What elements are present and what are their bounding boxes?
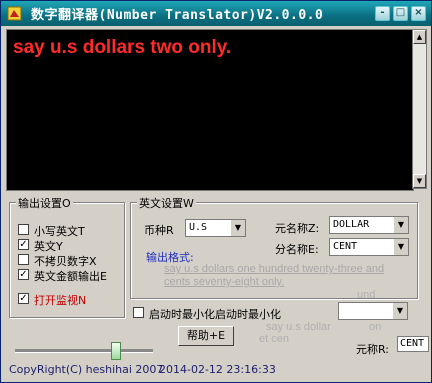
scroll-down-icon[interactable]: ▼ — [413, 174, 426, 188]
ghost-cent-value: CENT — [400, 338, 425, 349]
output-scrollbar[interactable]: ▲ ▼ — [412, 29, 427, 189]
ghost-select[interactable]: ▼ — [338, 302, 408, 320]
sub-unit-name-label: 分名称E: — [275, 243, 319, 256]
app-icon — [7, 6, 22, 21]
option-label: 不拷贝数字X — [34, 255, 97, 268]
english-settings-title: 英文设置W — [137, 195, 196, 211]
option-label: 英文Y — [34, 240, 63, 253]
output-display[interactable]: say u.s dollars two only. — [6, 29, 414, 191]
ghost-text-a: und — [357, 289, 376, 301]
help-button[interactable]: 帮助+E — [178, 326, 234, 346]
unit-name-label: 元名称Z: — [275, 222, 320, 235]
currency-value: U.S — [189, 222, 208, 233]
check-icon[interactable]: ✓ — [18, 239, 29, 250]
ghost-text-b: et cen — [259, 333, 289, 345]
chevron-down-icon[interactable]: ▼ — [230, 220, 245, 236]
output-text: say u.s dollars two only. — [13, 37, 232, 58]
chevron-down-icon[interactable]: ▼ — [393, 217, 408, 233]
output-settings-title: 输出设置O — [16, 195, 73, 211]
ghost-text-d: on — [369, 321, 382, 333]
option-label: 小写英文T — [34, 225, 85, 238]
checkbox[interactable] — [133, 307, 144, 318]
close-button[interactable]: × — [411, 6, 426, 21]
copyright-text: CopyRight(C) heshihai 2007 — [9, 363, 164, 376]
scroll-up-icon[interactable]: ▲ — [413, 30, 426, 44]
option-label: 英文金额输出E — [34, 270, 107, 283]
output-settings-group: 输出设置O 小写英文T ✓ 英文Y 不拷贝数字X ✓ 英文金额输出E ✓ 打开监… — [9, 195, 125, 318]
sub-unit-name-select[interactable]: CENT ▼ — [329, 238, 409, 256]
chevron-down-icon[interactable]: ▼ — [393, 239, 408, 255]
slider-track[interactable] — [15, 349, 153, 353]
unit-name-value: DOLLAR — [333, 219, 370, 230]
sub-unit-name-value: CENT — [333, 241, 358, 252]
option-label: 启动时最小化启动时最小化 — [149, 308, 281, 321]
currency-label: 币种R — [144, 224, 174, 237]
format-example: say u.s dollars one hundred twenty-three… — [164, 263, 385, 288]
checkbox[interactable] — [18, 224, 29, 235]
ghost-unit-label: 元称R: — [356, 343, 390, 356]
main-window: 数字翻译器(Number Translator)V2.0.0.0 - □ × s… — [0, 0, 432, 383]
check-icon[interactable]: ✓ — [18, 269, 29, 280]
option-label: 打开监视N — [34, 294, 87, 307]
ghost-text-c: say u.s dollar — [266, 321, 331, 333]
check-icon[interactable]: ✓ — [18, 293, 29, 304]
ghost-cent-field[interactable]: CENT — [397, 336, 429, 352]
window-title: 数字翻译器(Number Translator)V2.0.0.0 — [31, 8, 324, 23]
currency-select[interactable]: U.S ▼ — [185, 219, 246, 237]
maximize-button[interactable]: □ — [393, 6, 408, 21]
checkbox[interactable] — [18, 254, 29, 265]
minimize-button[interactable]: - — [375, 6, 390, 21]
slider-thumb[interactable] — [111, 342, 121, 360]
unit-name-select[interactable]: DOLLAR ▼ — [329, 216, 409, 234]
datetime-text: 2014-02-12 23:16:33 — [159, 363, 276, 376]
title-bar[interactable]: 数字翻译器(Number Translator)V2.0.0.0 - □ × — [1, 1, 431, 26]
chevron-down-icon[interactable]: ▼ — [392, 303, 407, 319]
